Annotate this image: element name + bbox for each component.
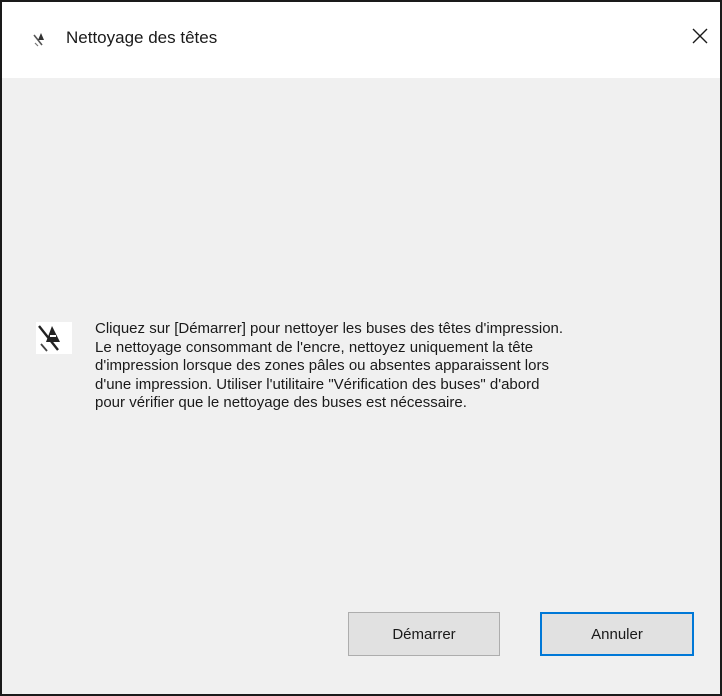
message-line: Le nettoyage consommant de l'encre, nett… <box>95 338 534 356</box>
instruction-message: Cliquez sur [Démarrer] pour nettoyer les… <box>95 320 695 413</box>
message-line: d'impression lorsque des zones pâles ou … <box>95 357 549 374</box>
message-line: Cliquez sur [Démarrer] pour nettoyer les… <box>95 320 564 337</box>
printhead-cleaning-icon <box>32 31 48 47</box>
close-button[interactable] <box>680 16 720 60</box>
window-title: Nettoyage des têtes <box>66 28 218 47</box>
close-icon <box>691 27 709 50</box>
start-button[interactable]: Démarrer <box>348 612 500 656</box>
dialog-window: Nettoyage des têtes Cliquez sur [Démarre… <box>0 0 722 696</box>
title-bar[interactable]: Nettoyage des têtes <box>2 2 720 78</box>
printhead-cleaning-icon <box>36 322 72 354</box>
message-line: pour vérifier que le nettoyage des buses… <box>95 394 467 411</box>
message-line: d'une impression. Utiliser l'utilitaire … <box>95 375 540 393</box>
cancel-button[interactable]: Annuler <box>540 612 694 656</box>
